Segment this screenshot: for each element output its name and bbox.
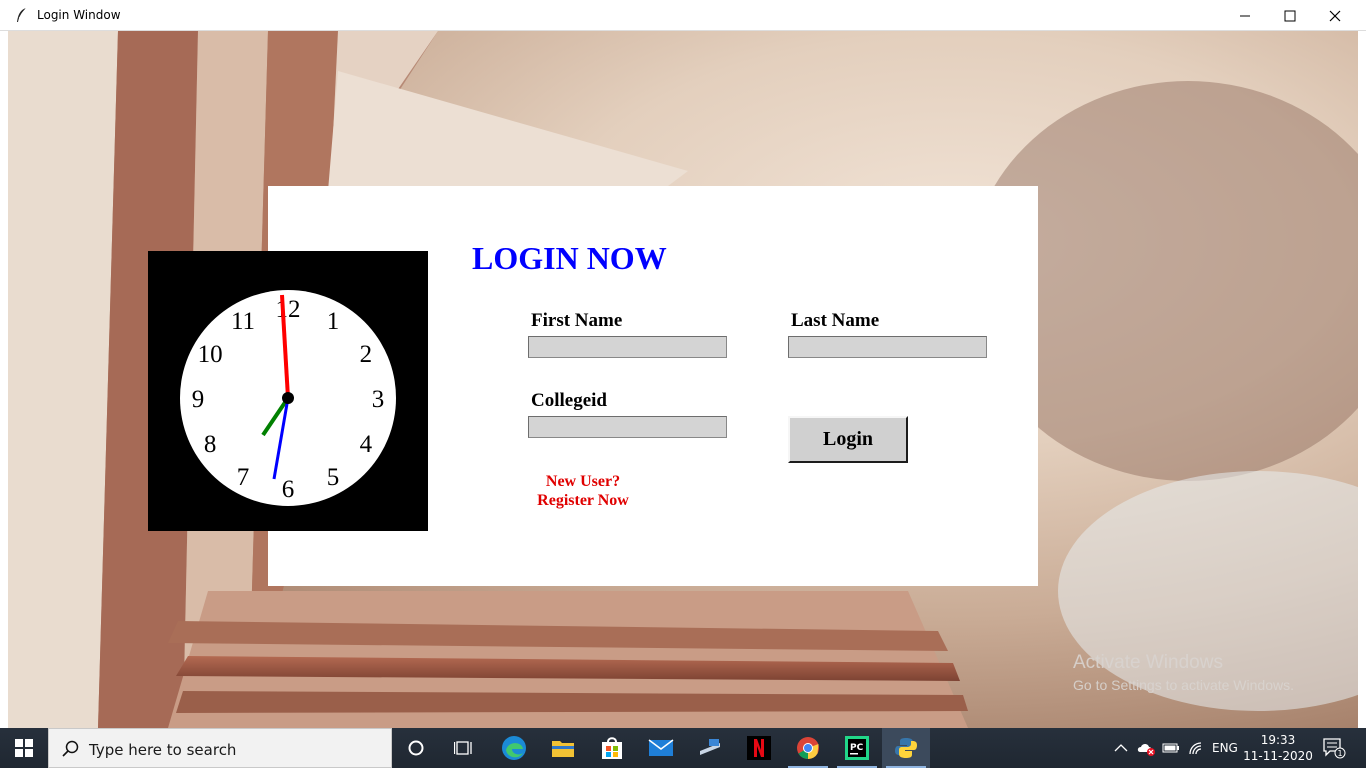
register-now-text: Register Now [537, 492, 629, 509]
netflix-taskbar-button[interactable] [735, 728, 783, 768]
search-icon [62, 740, 79, 757]
window-title: Login Window [37, 8, 121, 22]
system-clock[interactable]: 19:33 11-11-2020 [1242, 732, 1314, 764]
clock-numeral-2: 2 [360, 341, 373, 368]
pycharm-icon: PC [845, 736, 869, 760]
new-user-text: New User? [545, 473, 621, 490]
chrome-taskbar-button[interactable] [784, 728, 832, 768]
show-hidden-icons-button[interactable] [1114, 728, 1128, 768]
taskbar: Type here to search PC ENG 19:33 11-11-2… [0, 728, 1366, 768]
windows-logo-icon [15, 739, 33, 757]
clock-numeral-4: 4 [360, 431, 373, 458]
collegeid-label: Collegeid [531, 390, 607, 411]
window-right-border [1358, 31, 1366, 728]
store-taskbar-button[interactable] [588, 728, 636, 768]
clock-numeral-1: 1 [327, 308, 340, 335]
network-app-icon [700, 739, 720, 755]
mail-icon [648, 739, 674, 756]
last-name-field[interactable] [788, 336, 987, 358]
clock-numeral-8: 8 [204, 431, 217, 458]
window-left-border [0, 31, 8, 728]
language-indicator[interactable]: ENG [1212, 728, 1238, 768]
wifi-icon [1189, 742, 1202, 755]
first-name-field[interactable] [528, 336, 727, 358]
login-button[interactable]: Login [788, 416, 908, 463]
action-center-button[interactable]: 1 [1322, 728, 1346, 768]
chevron-up-icon [1114, 744, 1128, 752]
clock-center [282, 392, 294, 404]
minimize-button[interactable] [1222, 0, 1268, 31]
tk-feather-icon [17, 7, 27, 22]
wifi-tray[interactable] [1188, 728, 1204, 768]
onedrive-tray[interactable] [1137, 728, 1157, 768]
search-placeholder: Type here to search [89, 741, 237, 759]
minimize-icon [1240, 15, 1250, 16]
svg-text:PC: PC [850, 743, 864, 753]
battery-tray[interactable] [1162, 728, 1180, 768]
first-name-label: First Name [531, 310, 623, 331]
maximize-button[interactable] [1267, 0, 1313, 31]
cloud-error-icon [1137, 744, 1155, 756]
mail-taskbar-button[interactable] [637, 728, 685, 768]
watermark-line1: Activate Windows [1073, 652, 1223, 673]
clock-numeral-6: 6 [282, 476, 295, 503]
network-app-taskbar-button[interactable] [686, 728, 734, 768]
edge-icon [502, 736, 526, 760]
python-icon [895, 738, 917, 758]
clock-numeral-11: 11 [231, 308, 255, 335]
system-date: 11-11-2020 [1243, 749, 1313, 763]
close-icon [1329, 10, 1341, 21]
store-icon [602, 737, 622, 759]
task-view-icon [454, 741, 472, 755]
edge-taskbar-button[interactable] [490, 728, 538, 768]
file-explorer-icon [552, 741, 574, 757]
system-time: 19:33 [1260, 733, 1296, 747]
activate-windows-watermark: Activate Windows Go to Settings to activ… [1073, 652, 1294, 693]
register-link[interactable]: New User? Register Now [530, 472, 636, 510]
clock-numeral-9: 9 [192, 386, 205, 413]
clock-numeral-10: 10 [198, 341, 223, 368]
title-bar: Login Window [0, 0, 1366, 31]
last-name-label: Last Name [791, 310, 880, 331]
cortana-icon [408, 740, 424, 756]
notification-count: 1 [1337, 749, 1342, 758]
file-explorer-taskbar-button[interactable] [539, 728, 587, 768]
clock-numeral-3: 3 [372, 386, 385, 413]
login-heading: LOGIN NOW [472, 240, 667, 276]
python-taskbar-button[interactable] [882, 728, 930, 768]
cortana-button[interactable] [392, 728, 440, 768]
pycharm-taskbar-button[interactable]: PC [833, 728, 881, 768]
task-view-button[interactable] [440, 728, 488, 768]
maximize-icon [1284, 10, 1296, 21]
analog-clock: 12 1 2 3 4 5 6 7 8 9 10 11 [148, 251, 428, 531]
close-button[interactable] [1312, 0, 1358, 31]
clock-numeral-12: 12 [276, 296, 301, 323]
netflix-icon [747, 736, 771, 760]
clock-numeral-7: 7 [237, 464, 250, 491]
battery-icon [1162, 743, 1179, 753]
watermark-line2: Go to Settings to activate Windows. [1073, 677, 1294, 693]
clock-numeral-5: 5 [327, 464, 340, 491]
collegeid-field[interactable] [528, 416, 727, 438]
start-button[interactable] [0, 728, 48, 768]
notification-icon: 1 [1323, 738, 1346, 759]
chrome-icon [797, 737, 819, 759]
taskbar-search-box[interactable]: Type here to search [48, 728, 392, 768]
